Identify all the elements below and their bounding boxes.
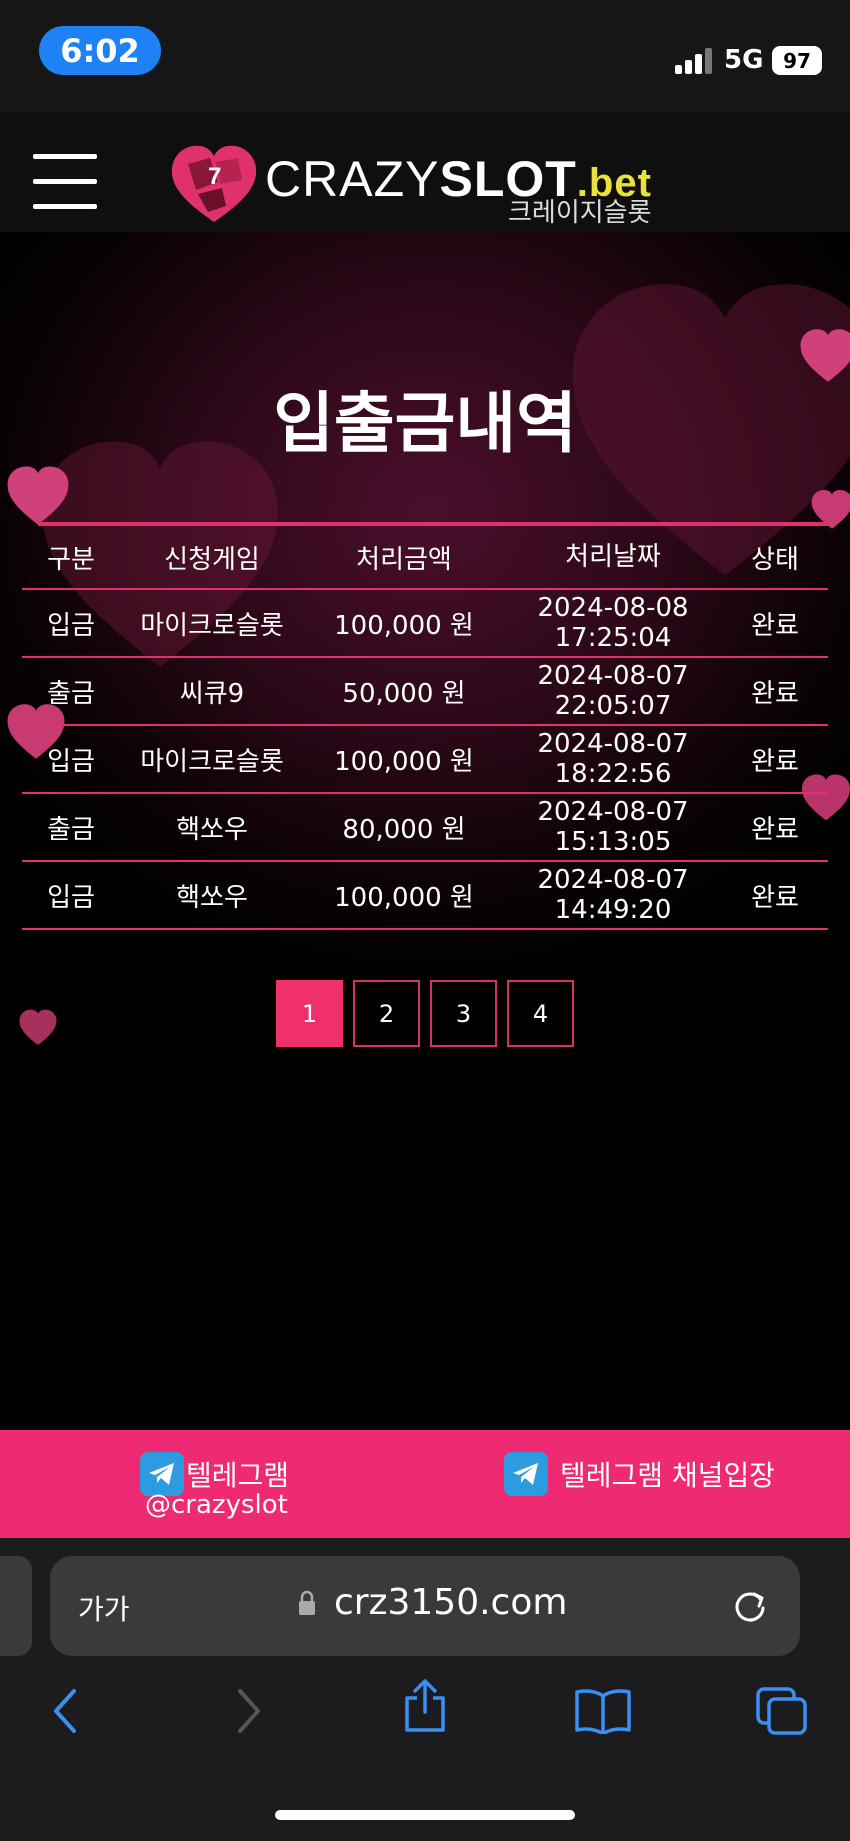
cell-time: 18:22:56 <box>554 759 672 789</box>
page-button-2[interactable]: 2 <box>353 980 420 1047</box>
header-amount: 처리금액 <box>356 544 452 575</box>
telegram-channel-link[interactable]: 텔레그램 채널입장 <box>560 1454 775 1494</box>
cell-game: 핵쏘우 <box>176 814 248 845</box>
cell-game: 씨큐9 <box>179 678 245 709</box>
telegram-link-label[interactable]: 텔레그램 <box>186 1454 289 1494</box>
cell-status: 완료 <box>751 678 799 709</box>
cell-game: 마이크로슬롯 <box>140 746 284 777</box>
back-icon[interactable] <box>50 1688 80 1734</box>
cell-type: 입금 <box>47 882 95 913</box>
menu-icon[interactable] <box>33 154 97 210</box>
cell-datetime: 2024-08-07 18:22:56 <box>504 729 722 789</box>
cell-time: 17:25:04 <box>554 623 672 653</box>
bookmarks-icon[interactable] <box>574 1688 632 1734</box>
cell-time: 14:49:20 <box>554 895 672 925</box>
cell-datetime: 2024-08-08 17:25:04 <box>504 593 722 653</box>
table-row: 출금 씨큐9 50,000 원 2024-08-07 22:05:07 완료 <box>22 658 828 726</box>
network-type: 5G <box>724 45 764 75</box>
page-button-4[interactable]: 4 <box>507 980 574 1047</box>
logo-part-crazy: CRAZY <box>265 151 440 207</box>
previous-tab-stub[interactable] <box>0 1556 32 1656</box>
page-title: 입출금내역 <box>273 385 577 462</box>
telegram-bar: 텔레그램 @crazyslot 텔레그램 채널입장 <box>0 1430 850 1538</box>
page-button-1[interactable]: 1 <box>276 980 343 1047</box>
cell-datetime: 2024-08-07 22:05:07 <box>504 661 722 721</box>
cell-amount: 100,000 원 <box>334 882 474 913</box>
header-type: 구분 <box>47 544 95 575</box>
table-row: 입금 마이크로슬롯 100,000 원 2024-08-07 18:22:56 완… <box>22 726 828 794</box>
cell-amount: 80,000 원 <box>342 814 466 845</box>
text-size-button[interactable]: 가가 <box>78 1588 130 1628</box>
share-icon[interactable] <box>401 1678 449 1734</box>
tabs-icon[interactable] <box>755 1686 809 1736</box>
page-button-3[interactable]: 3 <box>430 980 497 1047</box>
cell-amount: 100,000 원 <box>334 746 474 777</box>
cell-amount: 50,000 원 <box>342 678 466 709</box>
main-content: 입출금내역 구분 신청게임 처리금액 처리날짜 상태 입금 마이크로슬롯 100… <box>0 232 850 1430</box>
cell-date: 2024-08-08 <box>537 593 689 623</box>
status-bar: 6:02 5G 97 <box>0 0 850 112</box>
url-text[interactable]: crz3150.com <box>334 1582 567 1623</box>
cell-time: 22:05:07 <box>554 691 672 721</box>
bg-heart-icon <box>7 466 69 525</box>
header-status: 상태 <box>751 544 799 575</box>
table-row: 입금 핵쏘우 100,000 원 2024-08-07 14:49:20 완료 <box>22 862 828 930</box>
cell-type: 입금 <box>47 746 95 777</box>
cell-datetime: 2024-08-07 14:49:20 <box>504 865 722 925</box>
pagination: 1 2 3 4 <box>276 980 574 1047</box>
table-header-row: 구분 신청게임 처리금액 처리날짜 상태 <box>22 526 828 590</box>
logo-subtitle: 크레이지슬롯 <box>508 198 652 228</box>
logo-heart-icon[interactable]: 7 <box>168 142 260 226</box>
cell-datetime: 2024-08-07 15:13:05 <box>504 797 722 857</box>
site-header: 7 CRAZYSLOT.bet 크레이지슬롯 <box>0 112 850 232</box>
cell-amount: 100,000 원 <box>334 610 474 641</box>
cell-status: 완료 <box>751 746 799 777</box>
cell-time: 15:13:05 <box>554 827 672 857</box>
table-row: 출금 핵쏘우 80,000 원 2024-08-07 15:13:05 완료 <box>22 794 828 862</box>
status-time: 6:02 <box>39 26 161 75</box>
lock-icon <box>299 1590 315 1615</box>
forward-icon[interactable] <box>234 1688 264 1734</box>
home-indicator[interactable] <box>275 1810 575 1820</box>
cell-status: 완료 <box>751 882 799 913</box>
cell-game: 핵쏘우 <box>176 882 248 913</box>
signal-icon <box>675 46 715 74</box>
battery-icon: 97 <box>772 46 822 75</box>
cell-status: 완료 <box>751 814 799 845</box>
telegram-handle[interactable]: @crazyslot <box>145 1490 288 1520</box>
cell-status: 완료 <box>751 610 799 641</box>
browser-toolbar: 가가 crz3150.com <box>0 1538 850 1841</box>
cell-type: 입금 <box>47 610 95 641</box>
telegram-channel-icon[interactable] <box>504 1452 548 1496</box>
cell-type: 출금 <box>47 678 95 709</box>
table-row: 입금 마이크로슬롯 100,000 원 2024-08-08 17:25:04 완… <box>22 590 828 658</box>
address-bar[interactable]: 가가 crz3150.com <box>50 1556 800 1656</box>
cell-game: 마이크로슬롯 <box>140 610 284 641</box>
svg-text:7: 7 <box>208 163 221 190</box>
transaction-table: 구분 신청게임 처리금액 처리날짜 상태 입금 마이크로슬롯 100,000 원… <box>22 522 828 930</box>
header-date: 처리날짜 <box>565 542 661 572</box>
header-game: 신청게임 <box>164 544 260 575</box>
cell-date: 2024-08-07 <box>537 729 689 759</box>
cell-date: 2024-08-07 <box>537 865 689 895</box>
cell-date: 2024-08-07 <box>537 661 689 691</box>
reload-icon[interactable] <box>730 1586 770 1626</box>
bg-heart-icon <box>19 1009 57 1045</box>
cell-date: 2024-08-07 <box>537 797 689 827</box>
cell-type: 출금 <box>47 814 95 845</box>
